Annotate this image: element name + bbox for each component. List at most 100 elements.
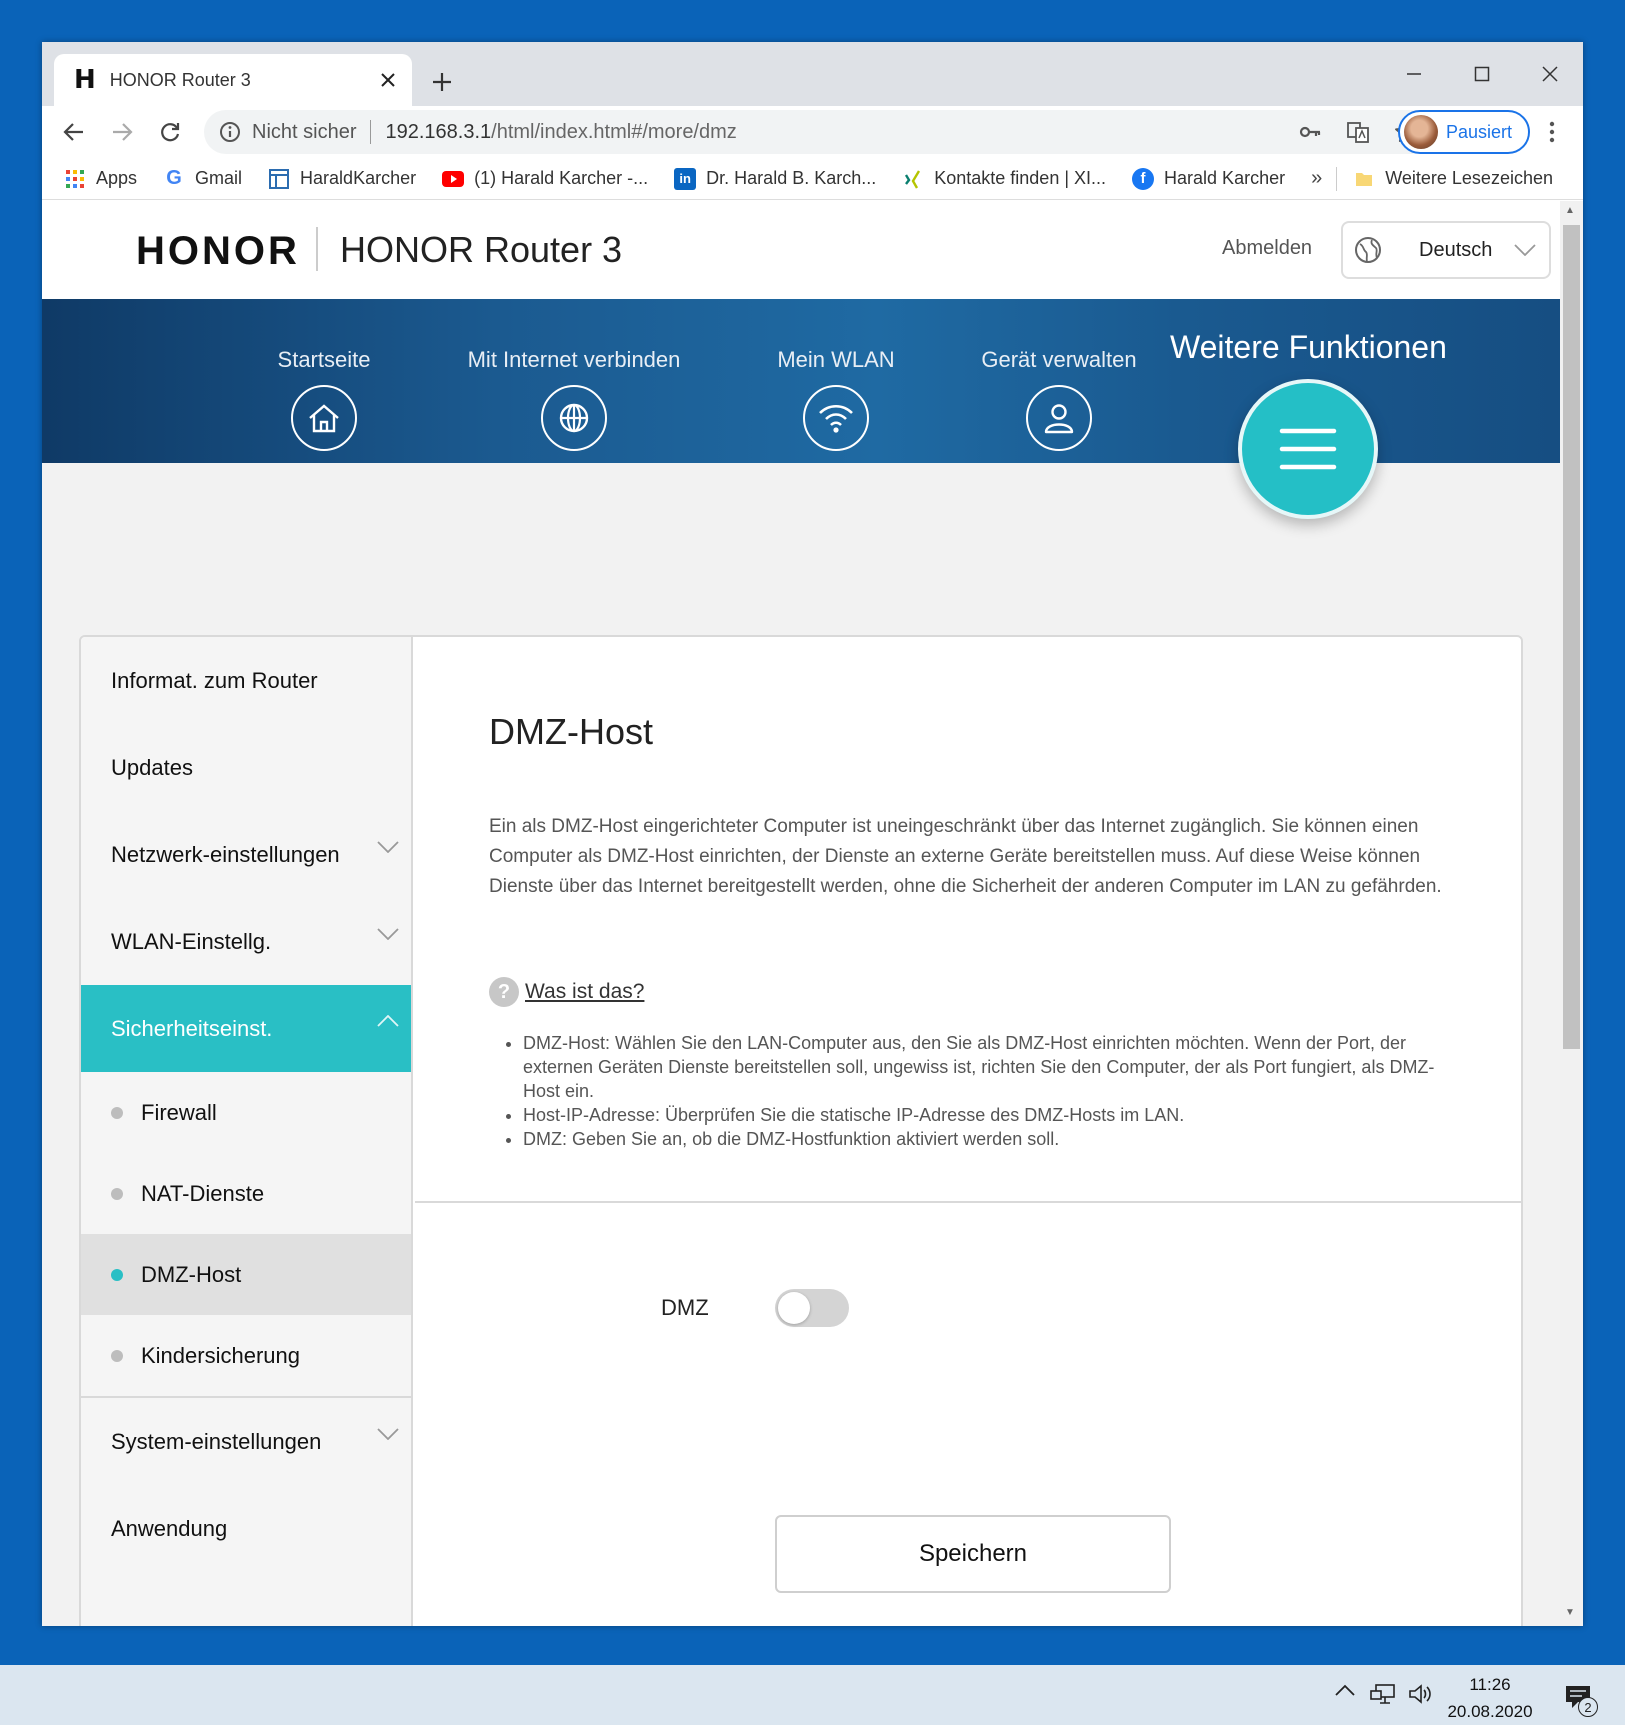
url-host: 192.168.3.1 [385, 120, 492, 143]
chevron-up-icon [377, 1015, 399, 1027]
system-clock[interactable]: 11:26 20.08.2020 [1440, 1671, 1540, 1725]
sidebar-item-wlan[interactable]: WLAN-Einstellg. [81, 898, 411, 985]
sidebar-item-label: Anwendung [111, 1515, 228, 1541]
sidebar-item-label: WLAN-Einstellg. [111, 928, 272, 954]
bookmark-gmail[interactable]: G Gmail [163, 167, 243, 190]
bookmark-apps[interactable]: Apps [64, 168, 137, 190]
linkedin-icon: in [674, 167, 697, 190]
browser-tab[interactable]: H HONOR Router 3 [54, 54, 412, 106]
apps-grid-icon [64, 168, 86, 190]
help-link[interactable]: Was ist das? [525, 980, 644, 1004]
new-tab-button[interactable] [422, 62, 462, 102]
nav-geraet[interactable]: Gerät verwalten [956, 347, 1162, 451]
nav-internet[interactable]: Mit Internet verbinden [454, 347, 694, 451]
bookmarks-overflow-button[interactable]: » [1311, 167, 1322, 190]
dmz-toggle[interactable] [775, 1289, 849, 1327]
google-icon: G [166, 167, 182, 189]
maximize-icon[interactable] [1450, 50, 1514, 98]
bookmark-youtube[interactable]: (1) Harald Karcher -... [442, 168, 648, 190]
sidebar-item-system[interactable]: System-einstellungen [81, 1398, 411, 1485]
address-divider [370, 120, 372, 144]
bookmark-xing[interactable]: Kontakte finden | XI... [902, 168, 1106, 190]
sidebar-subitem-parental[interactable]: Kindersicherung [81, 1315, 411, 1396]
dmz-panel: DMZ-Host Ein als DMZ-Host eingerichteter… [415, 637, 1521, 1626]
bookmark-facebook[interactable]: f Harald Karcher [1132, 167, 1285, 190]
menu-icon[interactable] [1238, 379, 1378, 519]
honor-favicon-icon: H [74, 65, 96, 95]
bookmark-label: Gmail [195, 168, 243, 188]
bullet-dot [111, 1350, 123, 1362]
scroll-up-icon[interactable]: ▲ [1565, 205, 1575, 216]
bookmark-label: Apps [96, 168, 138, 188]
avatar [1404, 115, 1438, 149]
url-text[interactable]: 192.168.3.1/html/index.html#/more/dmz [385, 121, 736, 144]
page-description: Ein als DMZ-Host eingerichteter Computer… [489, 816, 1442, 897]
settings-card: Informat. zum Router Updates Netzwerk-ei… [79, 635, 1523, 1626]
translate-icon[interactable] [1344, 118, 1372, 146]
page-scrollbar[interactable]: ▲ ▼ [1560, 201, 1583, 1626]
sidebar-item-security[interactable]: Sicherheitseinst. [81, 985, 411, 1072]
save-button[interactable]: Speichern [775, 1515, 1171, 1593]
other-bookmarks-folder[interactable]: Weitere Lesezeichen [1353, 168, 1553, 190]
sidebar-item-network[interactable]: Netzwerk-einstellungen [81, 811, 411, 898]
profile-status: Pausiert [1446, 121, 1513, 142]
forward-arrow-icon[interactable] [102, 112, 142, 152]
sidebar-subitem-nat[interactable]: NAT-Dienste [81, 1153, 411, 1234]
profile-button[interactable]: Pausiert [1398, 110, 1530, 154]
user-icon [1026, 385, 1092, 451]
nav-label: Startseite [277, 347, 371, 372]
folder-icon [1353, 168, 1375, 190]
sidebar-item-anwendung[interactable]: Anwendung [81, 1485, 411, 1572]
minimize-icon[interactable] [1382, 50, 1446, 98]
question-icon: ? [489, 977, 519, 1007]
browser-toolbar: Nicht sicher 192.168.3.1/html/index.html… [42, 106, 1583, 158]
browser-window: H HONOR Router 3 Nicht sicher 192.168.3.… [42, 42, 1583, 1626]
honor-logo: HONOR [136, 229, 300, 273]
address-bar[interactable]: Nicht sicher 192.168.3.1/html/index.html… [204, 110, 1434, 154]
bookmark-linkedin[interactable]: in Dr. Harald B. Karch... [674, 167, 876, 190]
scroll-thumb[interactable] [1563, 225, 1580, 1049]
bookmark-haraldkarcher[interactable]: HaraldKarcher [268, 168, 416, 190]
bookmark-label: Weitere Lesezeichen [1385, 168, 1553, 188]
sidebar-item-updates[interactable]: Updates [81, 724, 411, 811]
sidebar-subitem-label: Firewall [141, 1099, 217, 1125]
back-arrow-icon[interactable] [54, 112, 94, 152]
windows-taskbar: 11:26 20.08.2020 2 [0, 1665, 1625, 1725]
globe-icon [541, 385, 607, 451]
language-label: Deutsch [1419, 238, 1493, 261]
sidebar-subitem-dmz[interactable]: DMZ-Host [81, 1234, 411, 1315]
home-icon [291, 385, 357, 451]
help-section: ? Was ist das? [489, 977, 644, 1007]
chevron-up-icon[interactable] [1334, 1683, 1356, 1697]
sidebar-item-label: System-einstellungen [111, 1428, 322, 1454]
nav-wlan[interactable]: Mein WLAN [756, 347, 916, 451]
info-icon[interactable] [218, 120, 242, 144]
sidebar-subitem-firewall[interactable]: Firewall [81, 1072, 411, 1153]
close-tab-icon[interactable] [372, 64, 404, 96]
network-icon[interactable] [1370, 1683, 1396, 1705]
speaker-icon[interactable] [1408, 1683, 1434, 1705]
logout-link[interactable]: Abmelden [1222, 237, 1312, 260]
page-icon [268, 168, 290, 190]
key-icon[interactable] [1296, 118, 1324, 146]
xing-icon [902, 168, 924, 190]
sidebar-subitem-label: Kindersicherung [141, 1342, 300, 1368]
more-menu-icon[interactable] [1536, 116, 1568, 148]
bookmark-label: Kontakte finden | XI... [934, 168, 1107, 188]
close-window-icon[interactable] [1518, 50, 1582, 98]
reload-icon[interactable] [150, 112, 190, 152]
chevron-down-icon [377, 928, 399, 940]
help-list: DMZ-Host: Wählen Sie den LAN-Computer au… [523, 1031, 1453, 1151]
nav-weitere-funktionen[interactable]: Weitere Funktionen [1170, 329, 1447, 366]
youtube-icon [442, 168, 465, 190]
globe-icon [1353, 235, 1383, 265]
bullet-dot [111, 1269, 123, 1281]
sidebar-item-router-info[interactable]: Informat. zum Router [81, 637, 411, 724]
security-status[interactable]: Nicht sicher [252, 121, 356, 144]
notification-icon[interactable]: 2 [1560, 1679, 1598, 1717]
settings-sidebar: Informat. zum Router Updates Netzwerk-ei… [81, 637, 413, 1626]
nav-startseite[interactable]: Startseite [264, 347, 384, 451]
scroll-down-icon[interactable]: ▼ [1565, 1607, 1575, 1618]
language-select[interactable]: Deutsch [1341, 221, 1551, 279]
clock-date: 20.08.2020 [1447, 1702, 1533, 1721]
